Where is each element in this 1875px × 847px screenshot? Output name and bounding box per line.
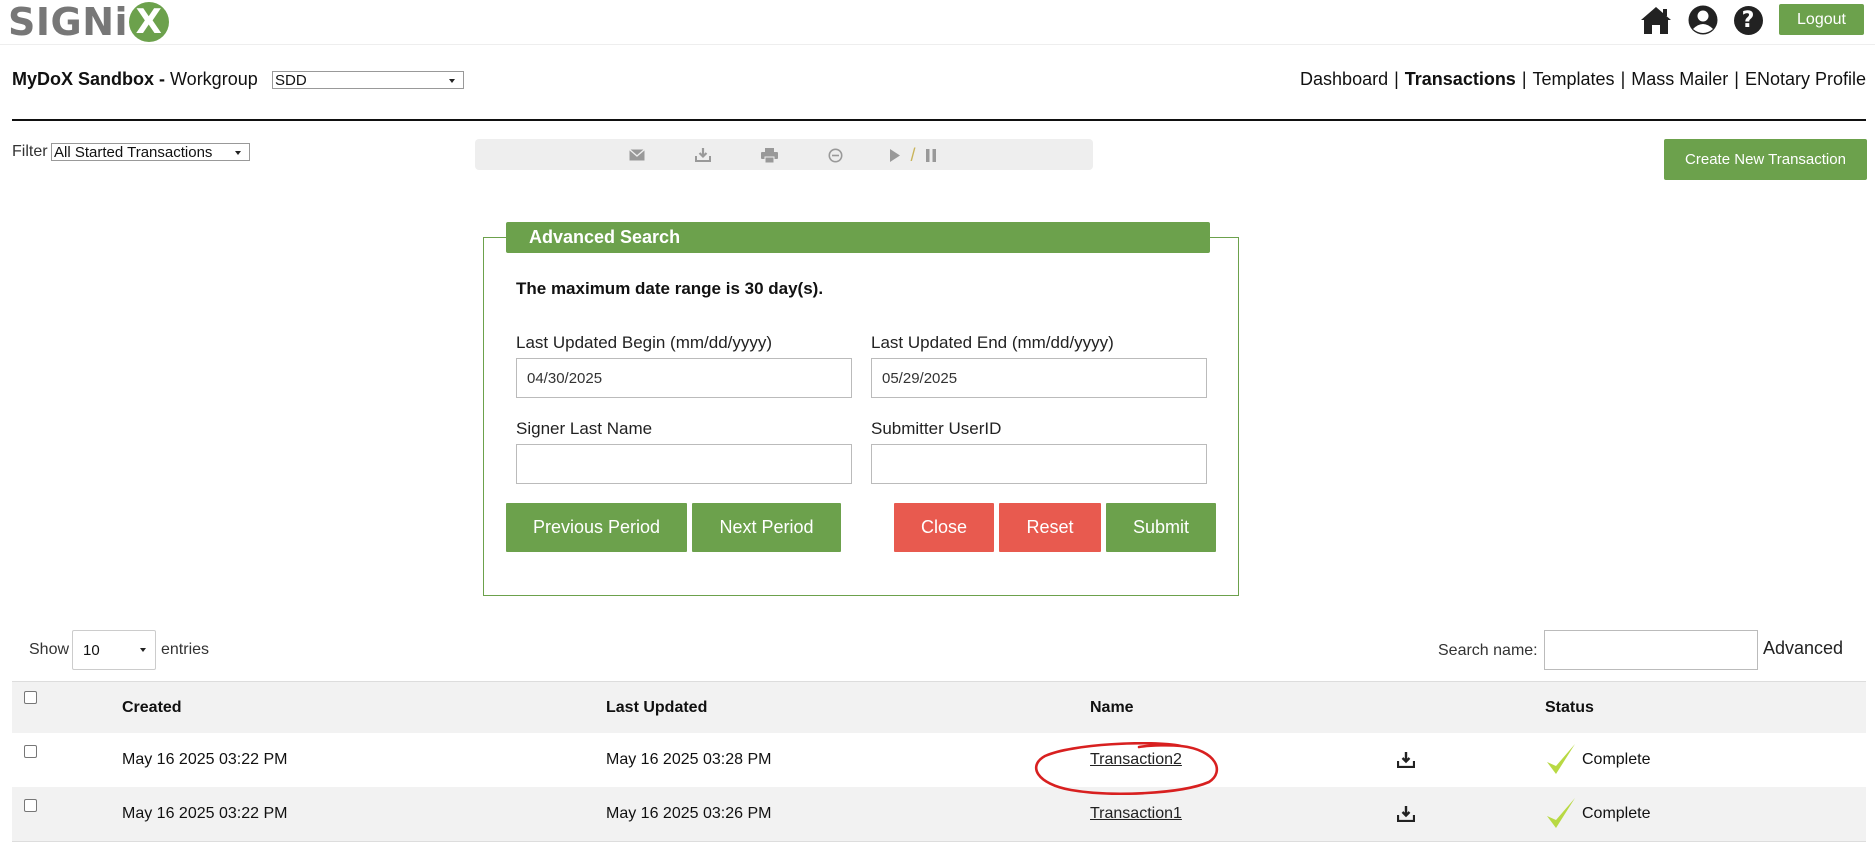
nav-separator: | xyxy=(1521,69,1527,89)
print-icon[interactable] xyxy=(759,145,779,165)
table-row: May 16 2025 03:22 PM May 16 2025 03:28 P… xyxy=(12,733,1866,787)
search-name-input[interactable] xyxy=(1544,630,1758,670)
filter-value: All Started Transactions xyxy=(54,143,213,161)
pause-icon[interactable] xyxy=(921,145,941,165)
row-status: Complete xyxy=(1582,751,1651,768)
row-checkbox[interactable] xyxy=(24,745,37,758)
create-transaction-button[interactable]: Create New Transaction xyxy=(1664,139,1867,180)
logout-button[interactable]: Logout xyxy=(1779,4,1864,35)
table-header: Created Last Updated Name Status xyxy=(12,681,1866,733)
workgroup-label: Workgroup xyxy=(170,69,258,89)
signer-last-name-input[interactable] xyxy=(516,444,852,484)
transaction-name-link[interactable]: Transaction1 xyxy=(1090,805,1182,823)
begin-date-label: Last Updated Begin (mm/dd/yyyy) xyxy=(516,333,773,352)
nav-separator: | xyxy=(1394,69,1399,89)
account-icon[interactable] xyxy=(1687,4,1719,36)
submit-button[interactable]: Submit xyxy=(1106,503,1216,552)
play-icon[interactable] xyxy=(885,145,905,165)
cancel-icon[interactable] xyxy=(825,145,845,165)
workgroup-select[interactable]: SDD xyxy=(272,71,464,89)
email-icon[interactable] xyxy=(627,145,647,165)
max-range-note: The maximum date range is 30 day(s). xyxy=(516,279,824,298)
check-icon xyxy=(1545,796,1577,830)
account-dash: - xyxy=(154,69,171,89)
action-toolbar: / xyxy=(475,139,1093,170)
header-divider xyxy=(0,44,1875,45)
advanced-link[interactable]: Advanced xyxy=(1763,638,1843,659)
advanced-search-title: Advanced Search xyxy=(506,222,1210,253)
page-length-select[interactable]: 10 xyxy=(72,630,156,670)
nav-separator: | xyxy=(1620,69,1626,89)
account-info: MyDoX Sandbox - Workgroup xyxy=(12,69,258,90)
logo-text: SIGNi xyxy=(8,0,129,44)
col-last-updated[interactable]: Last Updated xyxy=(606,699,707,717)
nav-rule xyxy=(12,119,1866,121)
begin-date-input[interactable]: 04/30/2025 xyxy=(516,358,852,398)
nav-dashboard[interactable]: Dashboard xyxy=(1300,69,1388,89)
previous-period-button[interactable]: Previous Period xyxy=(506,503,687,552)
logo-x-badge: X xyxy=(129,2,170,42)
col-status[interactable]: Status xyxy=(1545,699,1594,717)
entries-label: entries xyxy=(161,641,210,658)
end-date-label: Last Updated End (mm/dd/yyyy) xyxy=(871,333,1114,352)
main-nav: Dashboard | Transactions | Templates | Mass Ma… xyxy=(1300,69,1866,90)
row-checkbox[interactable] xyxy=(24,799,37,812)
select-all-checkbox[interactable] xyxy=(24,691,37,704)
toolbar-slash: / xyxy=(910,144,916,165)
row-created: May 16 2025 03:22 PM xyxy=(122,751,288,768)
home-icon[interactable] xyxy=(1640,4,1672,36)
close-button[interactable]: Close xyxy=(894,503,994,552)
row-updated: May 16 2025 03:26 PM xyxy=(606,805,772,822)
submitter-userid-label: Submitter UserID xyxy=(871,419,1002,438)
next-period-button[interactable]: Next Period xyxy=(692,503,841,552)
nav-transactions[interactable]: Transactions xyxy=(1405,69,1516,89)
chevron-down-icon xyxy=(140,648,146,652)
page-length-value: 10 xyxy=(83,641,100,659)
filter-select[interactable]: All Started Transactions xyxy=(51,143,250,161)
download-icon[interactable] xyxy=(1396,806,1416,823)
table-bottom-border xyxy=(12,841,1866,842)
download-icon[interactable] xyxy=(693,145,713,165)
chevron-down-icon xyxy=(235,151,241,155)
nav-templates[interactable]: Templates xyxy=(1533,69,1615,89)
reset-button[interactable]: Reset xyxy=(999,503,1101,552)
col-created[interactable]: Created xyxy=(122,699,182,717)
signer-last-name-label: Signer Last Name xyxy=(516,419,653,438)
search-name-label: Search name: xyxy=(1438,642,1538,659)
col-name[interactable]: Name xyxy=(1090,699,1134,717)
nav-enotary-profile[interactable]: ENotary Profile xyxy=(1745,69,1866,89)
filter-label: Filter xyxy=(12,143,48,160)
end-date-input[interactable]: 05/29/2025 xyxy=(871,358,1207,398)
download-icon[interactable] xyxy=(1396,752,1416,769)
nav-mass-mailer[interactable]: Mass Mailer xyxy=(1631,69,1728,89)
row-updated: May 16 2025 03:28 PM xyxy=(606,751,772,768)
submitter-userid-input[interactable] xyxy=(871,444,1207,484)
help-icon[interactable]: ? xyxy=(1732,4,1764,36)
workgroup-value: SDD xyxy=(275,71,307,89)
nav-separator: | xyxy=(1734,69,1739,89)
show-label: Show xyxy=(29,641,70,658)
check-icon xyxy=(1545,742,1577,776)
chevron-down-icon xyxy=(449,79,455,83)
annotation-circle xyxy=(1034,742,1219,795)
row-created: May 16 2025 03:22 PM xyxy=(122,805,288,822)
signix-logo[interactable]: SIGNi X xyxy=(8,0,170,44)
account-name: MyDoX Sandbox xyxy=(12,69,155,89)
table-row: May 16 2025 03:22 PM May 16 2025 03:26 P… xyxy=(12,787,1866,841)
row-status: Complete xyxy=(1582,805,1651,822)
